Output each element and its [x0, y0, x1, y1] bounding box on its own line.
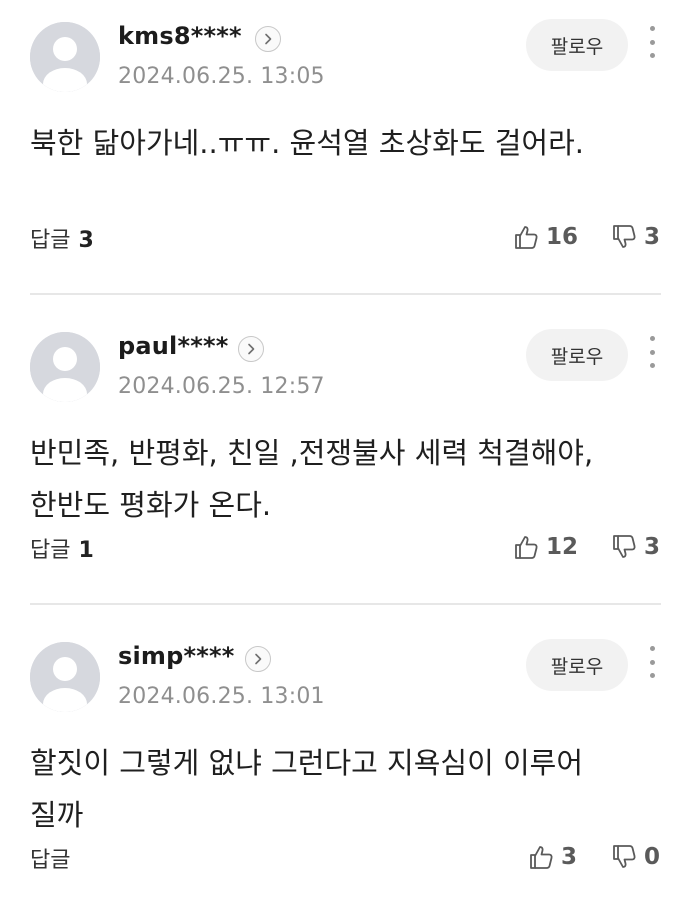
- reply-count: 3: [78, 228, 94, 253]
- dislike-button[interactable]: 0: [610, 842, 660, 872]
- comment-item: paul**** 2024.06.25. 12:57 팔로우 반민족, 반평화,…: [0, 310, 691, 605]
- like-count: 3: [561, 844, 578, 870]
- comment-list: kms8**** 2024.06.25. 13:05 팔로우 북한 닮아가네..…: [0, 0, 691, 895]
- thumbs-down-icon: [613, 225, 636, 248]
- reply-label: 답글: [30, 538, 71, 563]
- dislike-count: 0: [644, 844, 661, 870]
- reply-count: 1: [78, 538, 94, 563]
- default-profile-avatar: [30, 642, 100, 712]
- more-options-icon[interactable]: [640, 332, 664, 372]
- reply-button[interactable]: 답글: [30, 842, 70, 874]
- like-button[interactable]: 3: [527, 842, 577, 872]
- follow-button[interactable]: 팔로우: [526, 329, 628, 381]
- chevron-right-icon[interactable]: [238, 336, 264, 362]
- dislike-button[interactable]: 3: [610, 222, 660, 252]
- like-count: 12: [546, 534, 579, 560]
- dislike-button[interactable]: 3: [610, 532, 660, 562]
- reply-button[interactable]: 답글 1: [30, 532, 94, 564]
- timestamp: 2024.06.25. 12:57: [118, 374, 325, 399]
- like-button[interactable]: 12: [512, 532, 578, 562]
- follow-button[interactable]: 팔로우: [526, 19, 628, 71]
- thumbs-up-icon: [530, 846, 553, 869]
- comment-body: 반민족, 반평화, 친일 ,전쟁불사 세력 척결해야, 한반도 평화가 온다.: [30, 436, 594, 522]
- follow-button[interactable]: 팔로우: [526, 639, 628, 691]
- more-options-icon[interactable]: [640, 642, 664, 682]
- thumbs-down-icon: [613, 535, 636, 558]
- timestamp: 2024.06.25. 13:05: [118, 64, 325, 89]
- reply-button[interactable]: 답글 3: [30, 222, 94, 254]
- comment-item: kms8**** 2024.06.25. 13:05 팔로우 북한 닮아가네..…: [0, 0, 691, 295]
- avatar[interactable]: [30, 22, 100, 92]
- username[interactable]: kms8****: [118, 22, 242, 50]
- thumbs-up-icon: [515, 226, 538, 249]
- divider: [30, 293, 661, 295]
- comment-body: 북한 닮아가네..ㅠㅠ. 윤석열 초상화도 걸어라.: [30, 126, 584, 160]
- username[interactable]: simp****: [118, 642, 235, 670]
- thumbs-up-icon: [515, 536, 538, 559]
- thumbs-down-icon: [613, 845, 636, 868]
- reply-label: 답글: [30, 228, 71, 253]
- like-count: 16: [546, 224, 579, 250]
- dislike-count: 3: [644, 534, 661, 560]
- default-profile-avatar: [30, 22, 100, 92]
- more-options-icon[interactable]: [640, 22, 664, 62]
- divider: [30, 603, 661, 605]
- chevron-right-icon[interactable]: [245, 646, 271, 672]
- default-profile-avatar: [30, 332, 100, 402]
- avatar[interactable]: [30, 332, 100, 402]
- username[interactable]: paul****: [118, 332, 229, 360]
- timestamp: 2024.06.25. 13:01: [118, 684, 325, 709]
- reply-label: 답글: [30, 848, 71, 873]
- like-button[interactable]: 16: [512, 222, 578, 252]
- comment-item: simp**** 2024.06.25. 13:01 팔로우 할짓이 그렇게 없…: [0, 620, 691, 915]
- dislike-count: 3: [644, 224, 661, 250]
- chevron-right-icon[interactable]: [255, 26, 281, 52]
- comment-body: 할짓이 그렇게 없냐 그런다고 지욕심이 이루어 질까: [30, 746, 584, 832]
- avatar[interactable]: [30, 642, 100, 712]
